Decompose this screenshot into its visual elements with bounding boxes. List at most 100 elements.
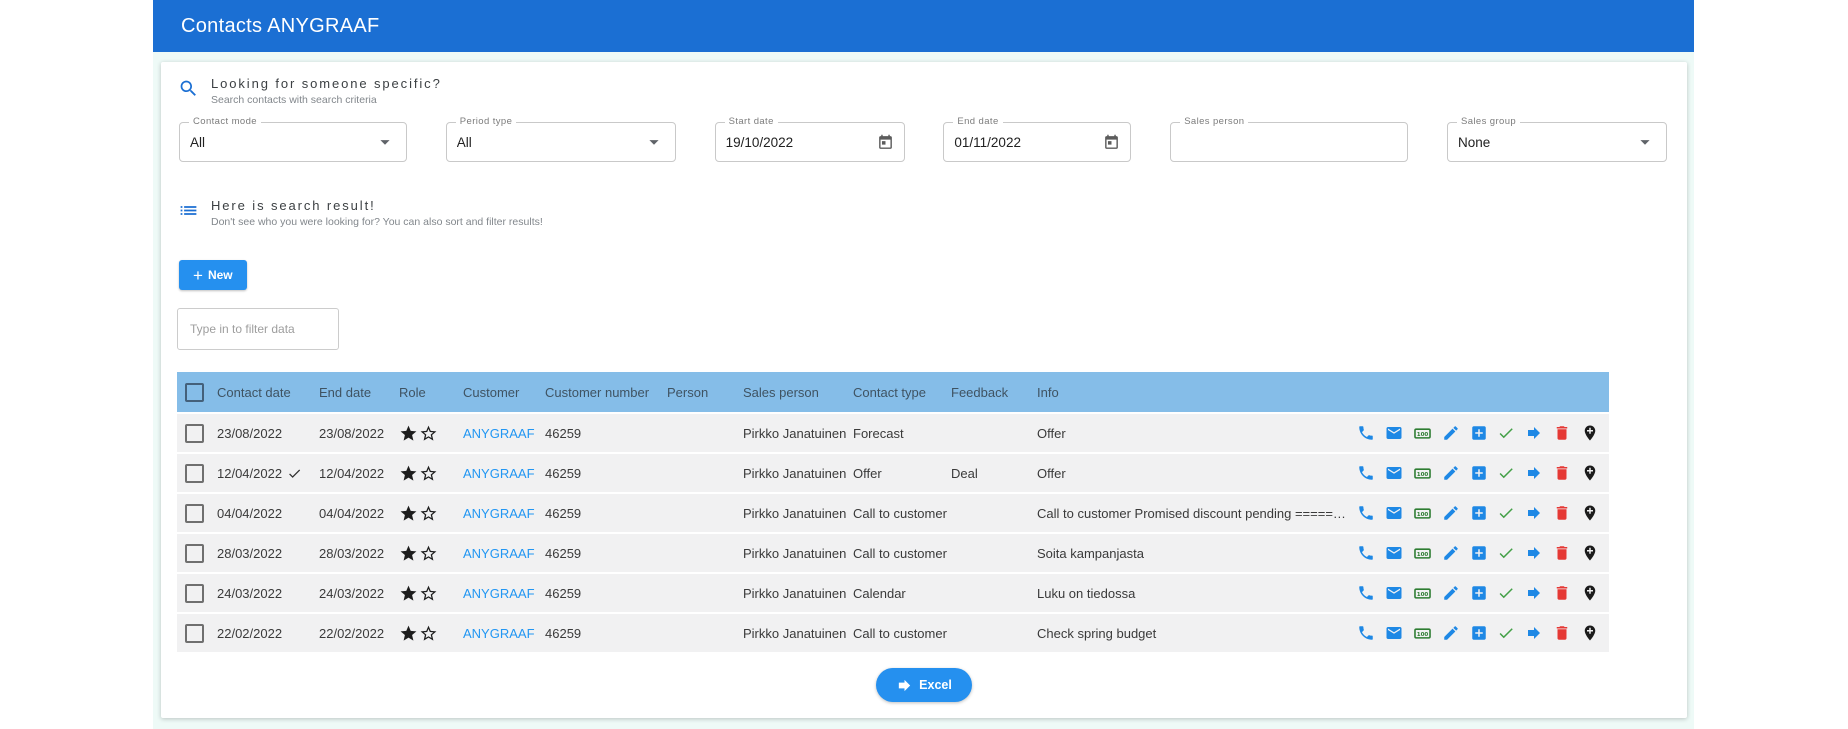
email-icon[interactable] <box>1385 624 1403 642</box>
star-filled-icon[interactable] <box>399 624 418 643</box>
delete-icon[interactable] <box>1553 424 1571 442</box>
check-icon[interactable] <box>1497 504 1515 522</box>
column-header-end-date[interactable]: End date <box>319 385 399 400</box>
money-100-icon[interactable]: 100 <box>1413 424 1432 443</box>
sales-person-field[interactable]: Sales person <box>1170 122 1408 162</box>
column-header-contact-date[interactable]: Contact date <box>217 385 319 400</box>
contact-mode-field[interactable]: Contact modeAll <box>179 122 407 162</box>
column-header-sales-person[interactable]: Sales person <box>743 385 853 400</box>
column-header-feedback[interactable]: Feedback <box>951 385 1037 400</box>
customer-link[interactable]: ANYGRAAF <box>463 466 535 481</box>
add-location-icon[interactable] <box>1581 464 1599 482</box>
select-all-checkbox[interactable] <box>185 383 204 402</box>
email-icon[interactable] <box>1385 544 1403 562</box>
phone-icon[interactable] <box>1357 544 1375 562</box>
check-icon[interactable] <box>1497 624 1515 642</box>
star-outline-icon[interactable] <box>419 424 438 443</box>
add-location-icon[interactable] <box>1581 584 1599 602</box>
money-100-icon[interactable]: 100 <box>1413 464 1432 483</box>
money-100-icon[interactable]: 100 <box>1413 544 1432 563</box>
check-icon[interactable] <box>1497 584 1515 602</box>
star-outline-icon[interactable] <box>419 624 438 643</box>
phone-icon[interactable] <box>1357 464 1375 482</box>
delete-icon[interactable] <box>1553 584 1571 602</box>
add-icon[interactable] <box>1470 584 1488 602</box>
row-checkbox[interactable] <box>185 624 204 643</box>
star-outline-icon[interactable] <box>419 464 438 483</box>
customer-link[interactable]: ANYGRAAF <box>463 506 535 521</box>
delete-icon[interactable] <box>1553 504 1571 522</box>
delete-icon[interactable] <box>1553 624 1571 642</box>
email-icon[interactable] <box>1385 584 1403 602</box>
customer-link[interactable]: ANYGRAAF <box>463 546 535 561</box>
money-100-icon[interactable]: 100 <box>1413 624 1432 643</box>
add-icon[interactable] <box>1470 544 1488 562</box>
star-filled-icon[interactable] <box>399 544 418 563</box>
edit-icon[interactable] <box>1442 504 1460 522</box>
customer-link[interactable]: ANYGRAAF <box>463 426 535 441</box>
add-location-icon[interactable] <box>1581 424 1599 442</box>
customer-link[interactable]: ANYGRAAF <box>463 626 535 641</box>
phone-icon[interactable] <box>1357 424 1375 442</box>
forward-icon[interactable] <box>1525 584 1543 602</box>
column-header-contact-type[interactable]: Contact type <box>853 385 951 400</box>
star-filled-icon[interactable] <box>399 424 418 443</box>
email-icon[interactable] <box>1385 424 1403 442</box>
star-outline-icon[interactable] <box>419 504 438 523</box>
email-icon[interactable] <box>1385 464 1403 482</box>
column-header-info[interactable]: Info <box>1037 385 1357 400</box>
add-location-icon[interactable] <box>1581 624 1599 642</box>
email-icon[interactable] <box>1385 504 1403 522</box>
row-checkbox[interactable] <box>185 424 204 443</box>
calendar-icon[interactable] <box>1103 134 1120 151</box>
money-100-icon[interactable]: 100 <box>1413 504 1432 523</box>
phone-icon[interactable] <box>1357 624 1375 642</box>
excel-button[interactable]: Excel <box>876 668 972 702</box>
column-header-customer[interactable]: Customer <box>463 385 545 400</box>
table-filter-input[interactable] <box>177 308 339 350</box>
column-header-role[interactable]: Role <box>399 385 463 400</box>
star-filled-icon[interactable] <box>399 504 418 523</box>
column-header-person[interactable]: Person <box>667 385 743 400</box>
end-date-field[interactable]: End date01/11/2022 <box>943 122 1131 162</box>
check-icon[interactable] <box>1497 424 1515 442</box>
sales-group-field[interactable]: Sales groupNone <box>1447 122 1667 162</box>
add-icon[interactable] <box>1470 424 1488 442</box>
add-icon[interactable] <box>1470 624 1488 642</box>
edit-icon[interactable] <box>1442 424 1460 442</box>
row-checkbox[interactable] <box>185 464 204 483</box>
star-outline-icon[interactable] <box>419 544 438 563</box>
forward-icon[interactable] <box>1525 504 1543 522</box>
calendar-icon[interactable] <box>877 134 894 151</box>
add-icon[interactable] <box>1470 464 1488 482</box>
phone-icon[interactable] <box>1357 584 1375 602</box>
money-100-icon[interactable]: 100 <box>1413 584 1432 603</box>
star-outline-icon[interactable] <box>419 584 438 603</box>
add-location-icon[interactable] <box>1581 504 1599 522</box>
row-checkbox[interactable] <box>185 584 204 603</box>
edit-icon[interactable] <box>1442 464 1460 482</box>
forward-icon[interactable] <box>1525 464 1543 482</box>
period-type-field[interactable]: Period typeAll <box>446 122 676 162</box>
check-icon[interactable] <box>1497 544 1515 562</box>
start-date-field[interactable]: Start date19/10/2022 <box>715 122 905 162</box>
edit-icon[interactable] <box>1442 544 1460 562</box>
forward-icon[interactable] <box>1525 624 1543 642</box>
forward-icon[interactable] <box>1525 544 1543 562</box>
check-icon[interactable] <box>1497 464 1515 482</box>
delete-icon[interactable] <box>1553 464 1571 482</box>
edit-icon[interactable] <box>1442 624 1460 642</box>
star-filled-icon[interactable] <box>399 584 418 603</box>
edit-icon[interactable] <box>1442 584 1460 602</box>
customer-link[interactable]: ANYGRAAF <box>463 586 535 601</box>
phone-icon[interactable] <box>1357 504 1375 522</box>
add-location-icon[interactable] <box>1581 544 1599 562</box>
forward-icon[interactable] <box>1525 424 1543 442</box>
add-icon[interactable] <box>1470 504 1488 522</box>
delete-icon[interactable] <box>1553 544 1571 562</box>
row-checkbox[interactable] <box>185 544 204 563</box>
row-checkbox[interactable] <box>185 504 204 523</box>
star-filled-icon[interactable] <box>399 464 418 483</box>
column-header-customer-number[interactable]: Customer number <box>545 385 667 400</box>
new-button[interactable]: + New <box>179 260 247 290</box>
